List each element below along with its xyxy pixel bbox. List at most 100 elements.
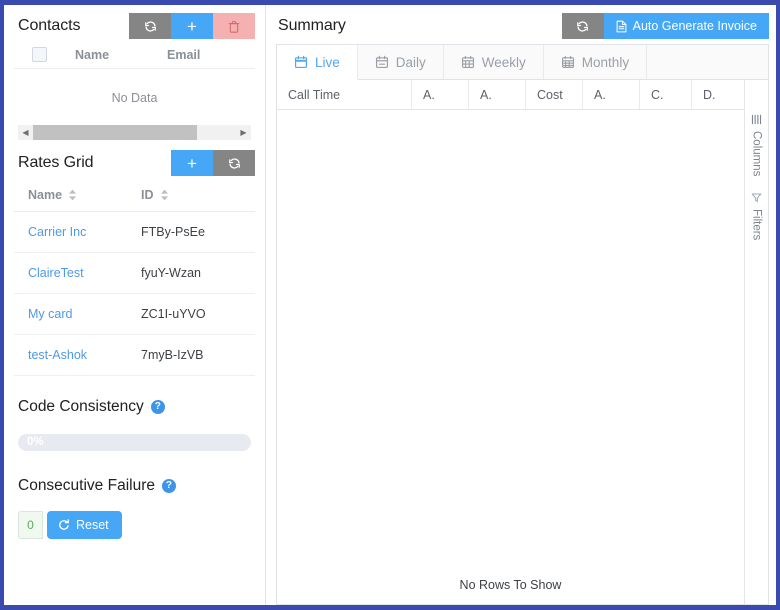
grid-column-cost[interactable]: Cost: [526, 80, 583, 109]
rates-column-name-label: Name: [28, 187, 63, 202]
rates-column-id-label: ID: [141, 187, 154, 202]
trash-icon: [228, 20, 240, 33]
rates-grid-button-group: +: [171, 150, 255, 176]
table-row[interactable]: My card ZC1I-uYVO: [14, 294, 255, 335]
auto-generate-invoice-label: Auto Generate Invoice: [632, 19, 757, 33]
contacts-column-email[interactable]: Email: [167, 48, 200, 62]
contacts-column-name[interactable]: Name: [75, 48, 167, 62]
tab-monthly[interactable]: Monthly: [543, 45, 648, 79]
grid-main: Call Time A. A. Cost A. C. D. No Rows To…: [277, 80, 744, 604]
calendar-live-icon: [294, 55, 308, 69]
tool-panel-columns-label: Columns: [750, 131, 763, 177]
rates-row-name[interactable]: ClaireTest: [28, 266, 141, 280]
contacts-add-button[interactable]: +: [171, 13, 213, 39]
contacts-select-all-checkbox[interactable]: [32, 47, 47, 62]
contacts-title: Contacts: [18, 17, 81, 34]
tab-weekly-label: Weekly: [481, 54, 526, 70]
right-panel: Summary Auto Generate Invoice Live Daily…: [266, 5, 776, 605]
grid-column-7[interactable]: D.: [692, 80, 744, 109]
scrollbar-thumb[interactable]: [33, 125, 198, 140]
refresh-icon: [144, 20, 156, 32]
calendar-month-icon: [561, 55, 574, 68]
code-consistency-progress-bar: 0%: [18, 434, 251, 451]
refresh-icon: [577, 20, 588, 32]
rates-column-id[interactable]: ID: [141, 188, 169, 202]
grid-column-6[interactable]: C.: [640, 80, 692, 109]
code-consistency-title: Code Consistency: [18, 398, 144, 415]
grid-tool-panel: Columns Filters: [744, 80, 768, 604]
grid-empty-message: No Rows To Show: [459, 578, 562, 592]
summary-header: Summary Auto Generate Invoice: [276, 5, 769, 41]
contacts-button-group: +: [129, 13, 255, 39]
help-icon[interactable]: ?: [161, 479, 176, 493]
rates-row-id: 7myB-IzVB: [141, 348, 204, 362]
funnel-icon: [751, 193, 762, 203]
auto-generate-invoice-button[interactable]: Auto Generate Invoice: [603, 13, 769, 39]
consecutive-failure-controls: 0 Reset: [14, 511, 255, 539]
sort-updown-icon: [160, 189, 168, 200]
left-panel: Contacts + Name Email No Data ◀ ▶ Rates …: [4, 5, 266, 605]
rates-row-name[interactable]: My card: [28, 307, 141, 321]
summary-title: Summary: [278, 17, 346, 34]
tab-live[interactable]: Live: [277, 45, 358, 80]
consecutive-failure-title: Consecutive Failure: [18, 477, 155, 494]
rates-row-id: ZC1I-uYVO: [141, 307, 206, 321]
plus-icon: +: [187, 153, 197, 173]
consecutive-failure-header: Consecutive Failure ?: [14, 477, 255, 495]
help-icon[interactable]: ?: [150, 400, 165, 414]
rates-column-header: Name ID: [14, 178, 255, 212]
contacts-horizontal-scrollbar[interactable]: ◀ ▶: [18, 125, 251, 140]
code-consistency-section: Code Consistency ? 0%: [14, 376, 255, 451]
contacts-column-header: Name Email: [14, 41, 255, 69]
app-window: Contacts + Name Email No Data ◀ ▶ Rates …: [0, 0, 780, 610]
rates-row-id: fyuY-Wzan: [141, 266, 201, 280]
scroll-left-arrow-icon[interactable]: ◀: [18, 125, 33, 140]
rates-grid-header: Rates Grid +: [14, 140, 255, 178]
rates-row-id: FTBy-PsEe: [141, 225, 205, 239]
grid-body: No Rows To Show: [277, 110, 744, 604]
tool-panel-filters-button[interactable]: Filters: [750, 192, 763, 241]
refresh-icon: [228, 157, 240, 169]
code-consistency-header: Code Consistency ?: [14, 398, 255, 416]
contacts-header: Contacts +: [14, 5, 255, 41]
calendar-week-icon: [461, 55, 474, 68]
rates-grid-title: Rates Grid: [18, 154, 94, 171]
calendar-day-icon: [375, 55, 388, 69]
contacts-delete-button[interactable]: [213, 13, 255, 39]
summary-refresh-button[interactable]: [561, 13, 604, 39]
grid-column-2[interactable]: A.: [412, 80, 469, 109]
tool-panel-filters-label: Filters: [750, 209, 763, 241]
table-row[interactable]: ClaireTest fyuY-Wzan: [14, 253, 255, 294]
rates-column-name[interactable]: Name: [28, 188, 141, 202]
rates-row-name[interactable]: Carrier Inc: [28, 225, 141, 239]
rates-row-name[interactable]: test-Ashok: [28, 348, 141, 362]
table-row[interactable]: test-Ashok 7myB-IzVB: [14, 335, 255, 376]
tab-live-label: Live: [315, 54, 340, 70]
consecutive-failure-section: Consecutive Failure ? 0 Reset: [14, 451, 255, 539]
reset-button[interactable]: Reset: [47, 511, 122, 539]
scrollbar-track[interactable]: [33, 125, 236, 140]
tab-daily-label: Daily: [395, 54, 426, 70]
grid-column-call-time[interactable]: Call Time: [277, 80, 412, 109]
tool-panel-columns-button[interactable]: Columns: [751, 114, 763, 176]
contacts-empty-message: No Data: [111, 91, 158, 105]
rates-add-button[interactable]: +: [171, 150, 213, 176]
grid-column-header: Call Time A. A. Cost A. C. D.: [277, 80, 744, 110]
tab-monthly-label: Monthly: [581, 54, 630, 70]
sort-updown-icon: [69, 189, 77, 200]
summary-tabs: Live Daily Weekly Monthly: [276, 44, 769, 80]
table-row[interactable]: Carrier Inc FTBy-PsEe: [14, 212, 255, 253]
summary-button-group: Auto Generate Invoice: [561, 13, 769, 39]
columns-icon: [751, 114, 762, 125]
tab-daily[interactable]: Daily: [357, 45, 444, 79]
grid-column-5[interactable]: A.: [583, 80, 640, 109]
progress-value-label: 0%: [27, 436, 44, 448]
reset-icon: [59, 519, 69, 530]
grid-column-3[interactable]: A.: [469, 80, 526, 109]
tab-weekly[interactable]: Weekly: [443, 45, 544, 79]
scroll-right-arrow-icon[interactable]: ▶: [236, 125, 251, 140]
contacts-refresh-button[interactable]: [129, 13, 171, 39]
document-icon: [616, 20, 627, 32]
failure-count-badge: 0: [18, 511, 43, 539]
rates-refresh-button[interactable]: [213, 150, 255, 176]
